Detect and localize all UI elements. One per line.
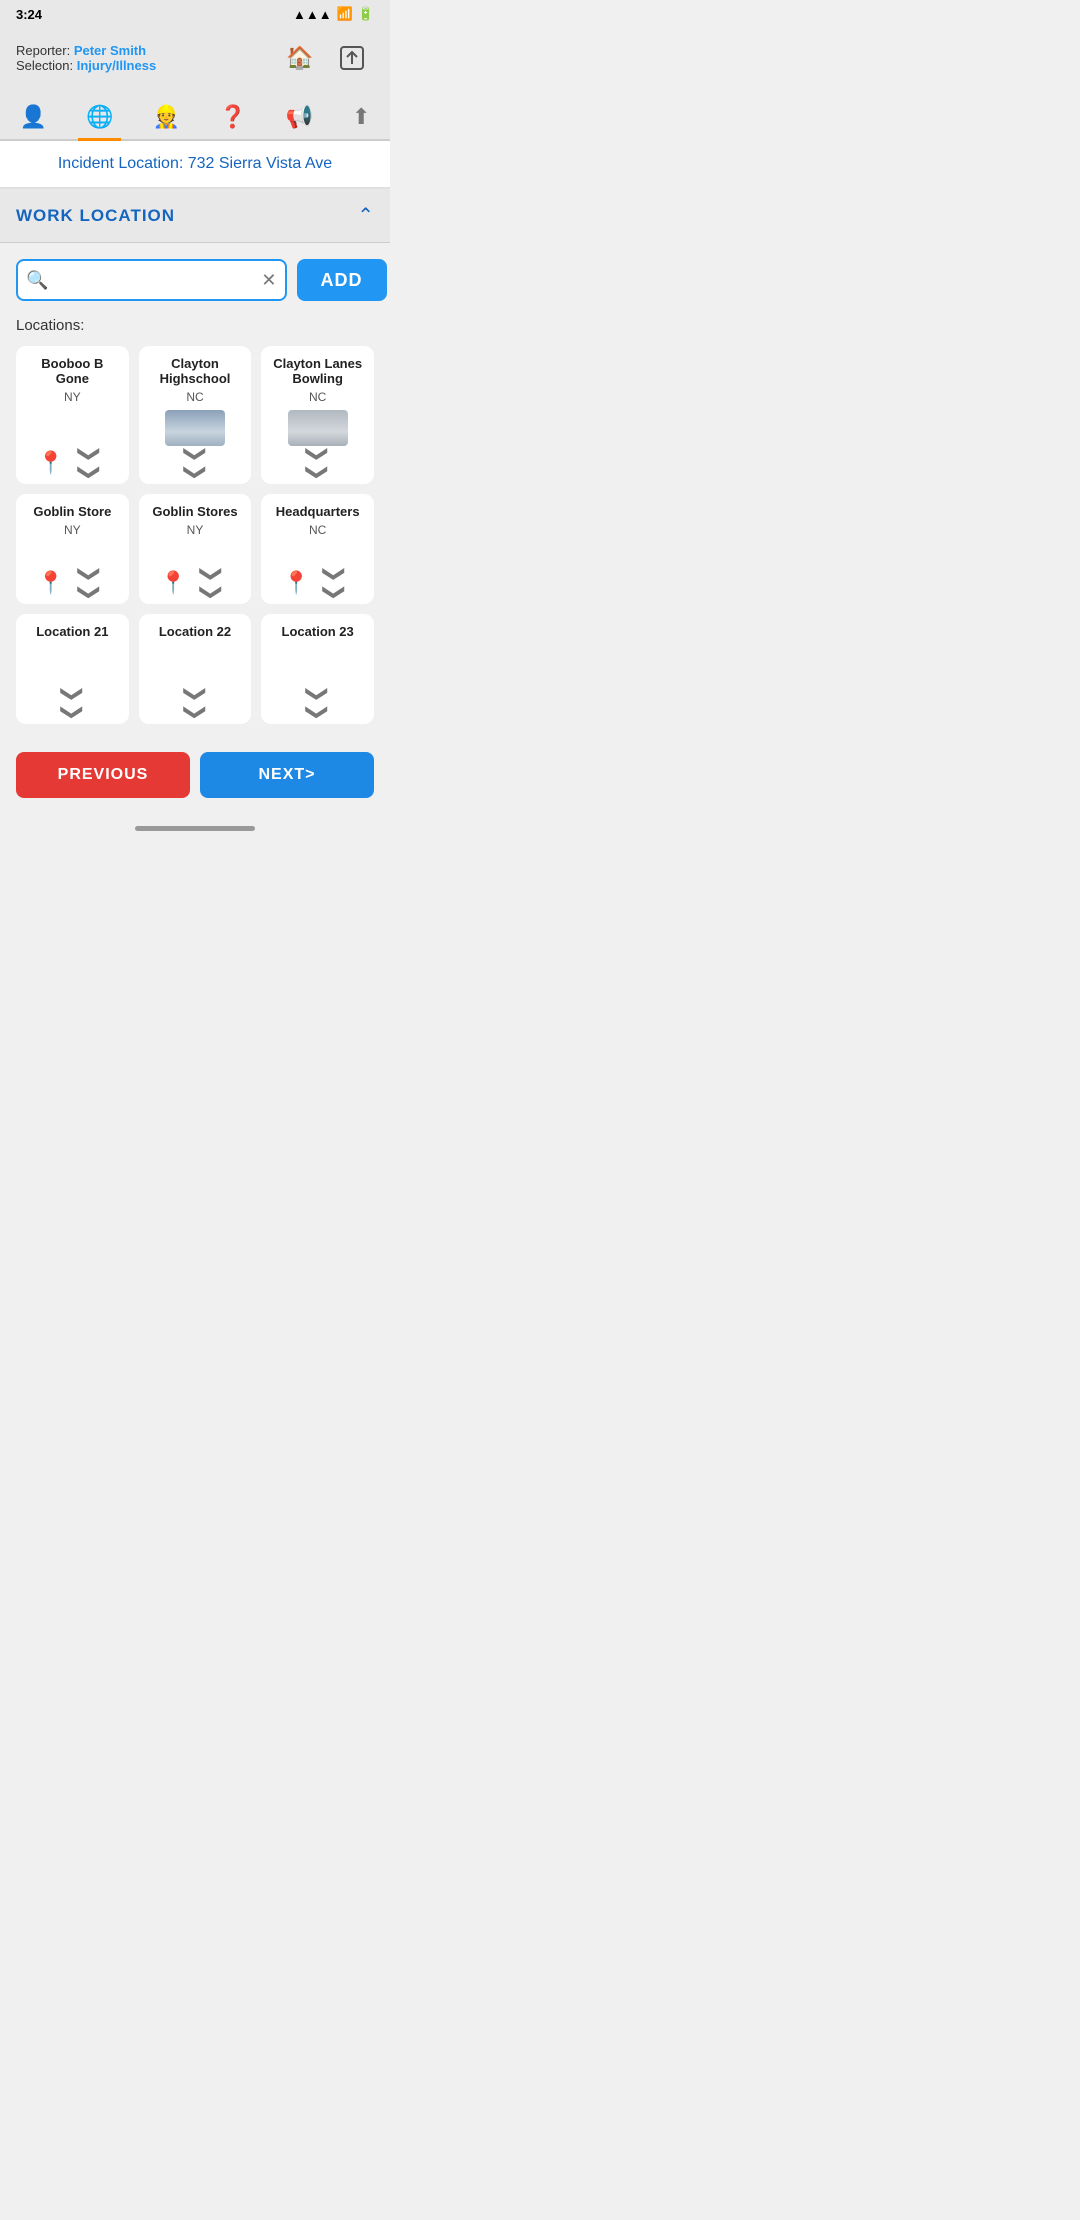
location-card-icons: ❯❯ bbox=[299, 450, 336, 476]
pin-icon[interactable]: 📍 bbox=[37, 450, 64, 476]
location-card[interactable]: Clayton Lanes Bowling NC ❯❯ bbox=[261, 346, 374, 484]
home-button[interactable]: 🏠 bbox=[278, 36, 322, 80]
location-card[interactable]: Goblin StoresNY📍❯❯ bbox=[139, 494, 252, 604]
location-card-icons: 📍❯❯ bbox=[160, 570, 230, 596]
tab-upload[interactable]: ⬆ bbox=[344, 100, 378, 141]
location-card-state: NC bbox=[309, 390, 326, 404]
bottom-nav: PREVIOUS NEXT> bbox=[0, 740, 390, 810]
location-card[interactable]: Booboo B GoneNY📍❯❯ bbox=[16, 346, 129, 484]
tab-megaphone[interactable]: 📢 bbox=[277, 100, 320, 141]
location-card-icons: 📍❯❯ bbox=[37, 570, 107, 596]
add-button[interactable]: ADD bbox=[297, 259, 387, 301]
tab-person[interactable]: 👤 bbox=[12, 100, 55, 141]
header-icons: 🏠 bbox=[278, 36, 374, 80]
globe-icon: 🌐 bbox=[86, 104, 113, 130]
location-card[interactable]: Location 21 ❯❯ bbox=[16, 614, 129, 724]
reporter-label: Reporter: bbox=[16, 43, 70, 58]
location-card-thumbnail bbox=[288, 410, 348, 446]
location-card-thumbnail bbox=[165, 410, 225, 446]
person-icon: 👤 bbox=[20, 104, 47, 130]
signal-icon: ▲▲▲ bbox=[293, 7, 332, 22]
location-card[interactable]: Goblin StoreNY📍❯❯ bbox=[16, 494, 129, 604]
location-card-icons: ❯❯ bbox=[299, 690, 336, 716]
pin-icon[interactable]: 📍 bbox=[283, 570, 310, 596]
location-card[interactable]: Location 22 ❯❯ bbox=[139, 614, 252, 724]
location-card[interactable]: Clayton Highschool NC ❯❯ bbox=[139, 346, 252, 484]
location-card-icons: 📍❯❯ bbox=[37, 450, 107, 476]
upload-icon: ⬆ bbox=[352, 104, 370, 130]
location-card-state: NY bbox=[64, 523, 81, 537]
content-area: 🔍 ✕ ADD Locations: Booboo B GoneNY📍❯❯Cla… bbox=[0, 243, 390, 740]
header: Reporter: Peter Smith Selection: Injury/… bbox=[0, 28, 390, 92]
wifi-icon: 📶 bbox=[337, 6, 353, 22]
header-info: Reporter: Peter Smith Selection: Injury/… bbox=[16, 43, 278, 73]
chevron-up-icon: ⌃ bbox=[357, 203, 374, 228]
location-card-state: NY bbox=[187, 523, 204, 537]
status-bar: 3:24 ▲▲▲ 📶 🔋 bbox=[0, 0, 390, 28]
location-card-name: Clayton Lanes Bowling bbox=[269, 356, 366, 386]
location-card-icons: ❯❯ bbox=[54, 690, 91, 716]
location-card-icons: ❯❯ bbox=[177, 690, 214, 716]
previous-button[interactable]: PREVIOUS bbox=[16, 752, 190, 798]
worker-icon: 👷 bbox=[153, 104, 180, 130]
work-location-header[interactable]: WORK LOCATION ⌃ bbox=[0, 189, 390, 243]
location-card-state: NC bbox=[309, 523, 326, 537]
status-icons: ▲▲▲ 📶 🔋 bbox=[293, 6, 374, 22]
clear-icon[interactable]: ✕ bbox=[261, 270, 276, 291]
megaphone-icon: 📢 bbox=[285, 104, 312, 130]
question-icon: ❓ bbox=[219, 104, 246, 130]
location-card-name: Clayton Highschool bbox=[147, 356, 244, 386]
next-button[interactable]: NEXT> bbox=[200, 752, 374, 798]
location-card-name: Location 22 bbox=[159, 624, 231, 639]
incident-banner: Incident Location: 732 Sierra Vista Ave bbox=[0, 141, 390, 189]
location-grid: Booboo B GoneNY📍❯❯Clayton HighschoolNC❯❯… bbox=[16, 346, 374, 724]
location-card-icons: ❯❯ bbox=[177, 450, 214, 476]
location-card-name: Booboo B Gone bbox=[24, 356, 121, 386]
location-card-state: NC bbox=[186, 390, 203, 404]
expand-icon[interactable]: ❯❯ bbox=[305, 445, 331, 482]
expand-icon[interactable]: ❯❯ bbox=[321, 565, 347, 602]
location-card-name: Location 23 bbox=[282, 624, 354, 639]
expand-icon[interactable]: ❯❯ bbox=[199, 565, 225, 602]
tab-worker[interactable]: 👷 bbox=[145, 100, 188, 141]
search-row: 🔍 ✕ ADD bbox=[16, 259, 374, 301]
search-icon: 🔍 bbox=[26, 270, 48, 291]
section-title: WORK LOCATION bbox=[16, 206, 175, 226]
home-indicator bbox=[0, 810, 390, 840]
location-card[interactable]: HeadquartersNC📍❯❯ bbox=[261, 494, 374, 604]
tab-globe[interactable]: 🌐 bbox=[78, 100, 121, 141]
expand-icon[interactable]: ❯❯ bbox=[59, 685, 85, 722]
expand-icon[interactable]: ❯❯ bbox=[76, 565, 102, 602]
search-input-wrap: 🔍 ✕ bbox=[16, 259, 287, 301]
location-card-name: Goblin Stores bbox=[152, 504, 237, 519]
incident-location-text: Incident Location: 732 Sierra Vista Ave bbox=[58, 155, 332, 172]
location-card-icons: 📍❯❯ bbox=[283, 570, 353, 596]
selection-line: Selection: Injury/Illness bbox=[16, 58, 278, 73]
expand-icon[interactable]: ❯❯ bbox=[76, 445, 102, 482]
location-card-name: Location 21 bbox=[36, 624, 108, 639]
reporter-line: Reporter: Peter Smith bbox=[16, 43, 278, 58]
expand-icon[interactable]: ❯❯ bbox=[182, 685, 208, 722]
reporter-name: Peter Smith bbox=[74, 43, 146, 58]
tab-question[interactable]: ❓ bbox=[211, 100, 254, 141]
location-card-name: Goblin Store bbox=[33, 504, 111, 519]
selection-value: Injury/Illness bbox=[77, 58, 156, 73]
expand-icon[interactable]: ❯❯ bbox=[182, 445, 208, 482]
locations-label: Locations: bbox=[16, 317, 374, 334]
pin-icon[interactable]: 📍 bbox=[37, 570, 64, 596]
expand-icon[interactable]: ❯❯ bbox=[305, 685, 331, 722]
search-input[interactable] bbox=[54, 261, 261, 299]
location-card-name: Headquarters bbox=[276, 504, 360, 519]
selection-label: Selection: bbox=[16, 58, 73, 73]
location-card-state: NY bbox=[64, 390, 81, 404]
location-card[interactable]: Location 23 ❯❯ bbox=[261, 614, 374, 724]
status-time: 3:24 bbox=[16, 7, 42, 22]
pin-icon[interactable]: 📍 bbox=[160, 570, 187, 596]
export-button[interactable] bbox=[330, 36, 374, 80]
nav-tabs: 👤 🌐 👷 ❓ 📢 ⬆ bbox=[0, 92, 390, 141]
battery-icon: 🔋 bbox=[358, 6, 374, 22]
home-bar bbox=[135, 826, 255, 831]
